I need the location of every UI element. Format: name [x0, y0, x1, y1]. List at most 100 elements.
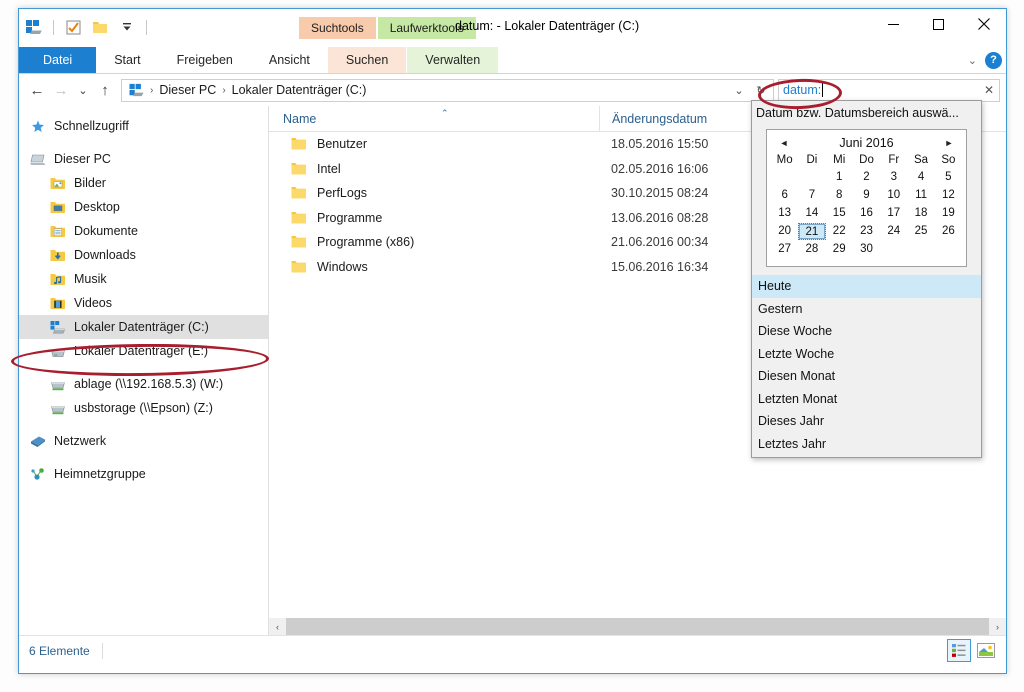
sidebar-item-dieser-pc[interactable]: Dieser PC: [19, 147, 268, 171]
sidebar-item-videos[interactable]: Videos: [19, 291, 268, 315]
calendar-day[interactable]: 10: [880, 187, 907, 204]
status-bar: 6 Elemente: [19, 635, 1006, 665]
tab-ansicht[interactable]: Ansicht: [251, 47, 328, 73]
calendar-day[interactable]: 4: [907, 169, 934, 186]
folder-icon: [291, 162, 307, 176]
calendar-day[interactable]: 20: [771, 223, 798, 240]
search-box[interactable]: datum: ✕: [778, 78, 1000, 102]
sidebar-item-bilder[interactable]: Bilder: [19, 171, 268, 195]
chevron-down-icon[interactable]: ⌄: [968, 54, 977, 67]
tab-start[interactable]: Start: [96, 47, 158, 73]
sidebar-item-usbstorage-epson-z[interactable]: usbstorage (\\Epson) (Z:): [19, 396, 268, 420]
search-input[interactable]: datum:: [783, 83, 821, 97]
maximize-button[interactable]: [916, 9, 961, 39]
date-preset-item[interactable]: Diesen Monat: [752, 365, 981, 388]
address-bar[interactable]: › Dieser PC › Lokaler Datenträger (C:) ⌄…: [121, 78, 774, 102]
calendar-day[interactable]: 3: [880, 169, 907, 186]
horizontal-scrollbar[interactable]: ‹ ›: [269, 618, 1006, 635]
tab-verwalten[interactable]: Verwalten: [407, 47, 499, 73]
calendar-day[interactable]: 16: [853, 205, 880, 222]
calendar-day[interactable]: 29: [826, 241, 853, 258]
details-view-button[interactable]: [947, 639, 971, 662]
scroll-left-arrow[interactable]: ‹: [269, 618, 286, 635]
close-button[interactable]: [961, 9, 1006, 39]
date-preset-item[interactable]: Heute: [752, 275, 981, 298]
forward-button[interactable]: →: [49, 78, 73, 102]
date-preset-item[interactable]: Dieses Jahr: [752, 410, 981, 433]
clear-search-icon[interactable]: ✕: [984, 83, 994, 97]
breadcrumb-item-lokaler-datentraeger-c[interactable]: Lokaler Datenträger (C:): [229, 83, 370, 97]
column-header-name[interactable]: Name ⌃: [269, 106, 599, 132]
calendar-day[interactable]: 27: [771, 241, 798, 258]
calendar-month-label[interactable]: Juni 2016: [839, 136, 893, 150]
calendar-day[interactable]: 30: [853, 241, 880, 258]
calendar-day[interactable]: 15: [826, 205, 853, 222]
calendar-day[interactable]: 13: [771, 205, 798, 222]
calendar-day[interactable]: 17: [880, 205, 907, 222]
calendar-day[interactable]: 5: [935, 169, 962, 186]
date-preset-item[interactable]: Letztes Jahr: [752, 433, 981, 456]
address-dropdown-icon[interactable]: ⌄: [729, 80, 749, 101]
tab-datei[interactable]: Datei: [19, 47, 97, 73]
sidebar-item-musik[interactable]: Musik: [19, 267, 268, 291]
sidebar-item-dokumente[interactable]: Dokumente: [19, 219, 268, 243]
breadcrumb-item-dieser-pc[interactable]: Dieser PC: [156, 83, 219, 97]
sidebar-item-lokaler-datentr-ger-e[interactable]: Lokaler Datenträger (E:): [19, 339, 268, 363]
calendar-next-icon[interactable]: ►: [942, 138, 956, 148]
tab-freigeben[interactable]: Freigeben: [159, 47, 251, 73]
back-button[interactable]: ←: [25, 78, 49, 102]
sidebar-item-label: Desktop: [74, 200, 120, 214]
new-folder-icon[interactable]: [89, 16, 111, 38]
date-preset-item[interactable]: Letzten Monat: [752, 388, 981, 411]
date-preset-item[interactable]: Diese Woche: [752, 320, 981, 343]
sidebar-item-desktop[interactable]: Desktop: [19, 195, 268, 219]
scroll-right-arrow[interactable]: ›: [989, 618, 1006, 635]
sidebar-item-netzwerk[interactable]: Netzwerk: [19, 429, 268, 453]
sidebar-item-lokaler-datentr-ger-c[interactable]: Lokaler Datenträger (C:): [19, 315, 268, 339]
calendar-day[interactable]: 8: [826, 187, 853, 204]
large-icons-view-button[interactable]: [974, 639, 998, 662]
calendar-day[interactable]: 14: [798, 205, 825, 222]
calendar-weekday: Fr: [888, 154, 900, 166]
calendar-day[interactable]: 2: [853, 169, 880, 186]
date-preset-item[interactable]: Letzte Woche: [752, 343, 981, 366]
explorer-drive-icon[interactable]: [23, 16, 45, 38]
scrollbar-thumb[interactable]: [286, 618, 989, 635]
sidebar-item-downloads[interactable]: Downloads: [19, 243, 268, 267]
calendar-day[interactable]: 1: [826, 169, 853, 186]
breadcrumb-separator-1[interactable]: ›: [219, 85, 228, 96]
recent-locations-button[interactable]: ⌄: [73, 78, 93, 102]
sidebar-item-ablage-192-168-5-3-w[interactable]: ablage (\\192.168.5.3) (W:): [19, 372, 268, 396]
calendar-day[interactable]: 24: [880, 223, 907, 240]
calendar-day[interactable]: 9: [853, 187, 880, 204]
calendar-day[interactable]: 12: [935, 187, 962, 204]
date-preset-item[interactable]: Gestern: [752, 298, 981, 321]
tab-suchen[interactable]: Suchen: [327, 47, 407, 73]
calendar-prev-icon[interactable]: ◄: [777, 138, 791, 148]
calendar-day[interactable]: 26: [935, 223, 962, 240]
folder-icon: [291, 211, 307, 225]
calendar-day[interactable]: 19: [935, 205, 962, 222]
network-icon: [29, 433, 47, 449]
calendar-day[interactable]: 7: [798, 187, 825, 204]
calendar-day[interactable]: 11: [907, 187, 934, 204]
properties-icon[interactable]: [62, 16, 84, 38]
minimize-button[interactable]: [871, 9, 916, 39]
file-name-cell: Windows: [269, 260, 599, 274]
calendar-day[interactable]: 22: [826, 223, 853, 240]
sidebar-item-schnellzugriff[interactable]: Schnellzugriff: [19, 114, 268, 138]
up-button[interactable]: ↑: [93, 78, 117, 102]
file-name-cell: Intel: [269, 162, 599, 176]
sidebar-item-label: ablage (\\192.168.5.3) (W:): [74, 377, 224, 391]
sidebar-item-heimnetzgruppe[interactable]: Heimnetzgruppe: [19, 462, 268, 486]
help-icon[interactable]: ?: [985, 51, 1002, 69]
calendar-day[interactable]: 18: [907, 205, 934, 222]
calendar-day[interactable]: 25: [907, 223, 934, 240]
refresh-icon[interactable]: ↻: [751, 80, 771, 101]
calendar-day[interactable]: 28: [798, 241, 825, 258]
calendar-day[interactable]: 6: [771, 187, 798, 204]
customize-dropdown-icon[interactable]: [116, 16, 138, 38]
calendar-day[interactable]: 23: [853, 223, 880, 240]
calendar-day[interactable]: 21: [798, 223, 826, 240]
